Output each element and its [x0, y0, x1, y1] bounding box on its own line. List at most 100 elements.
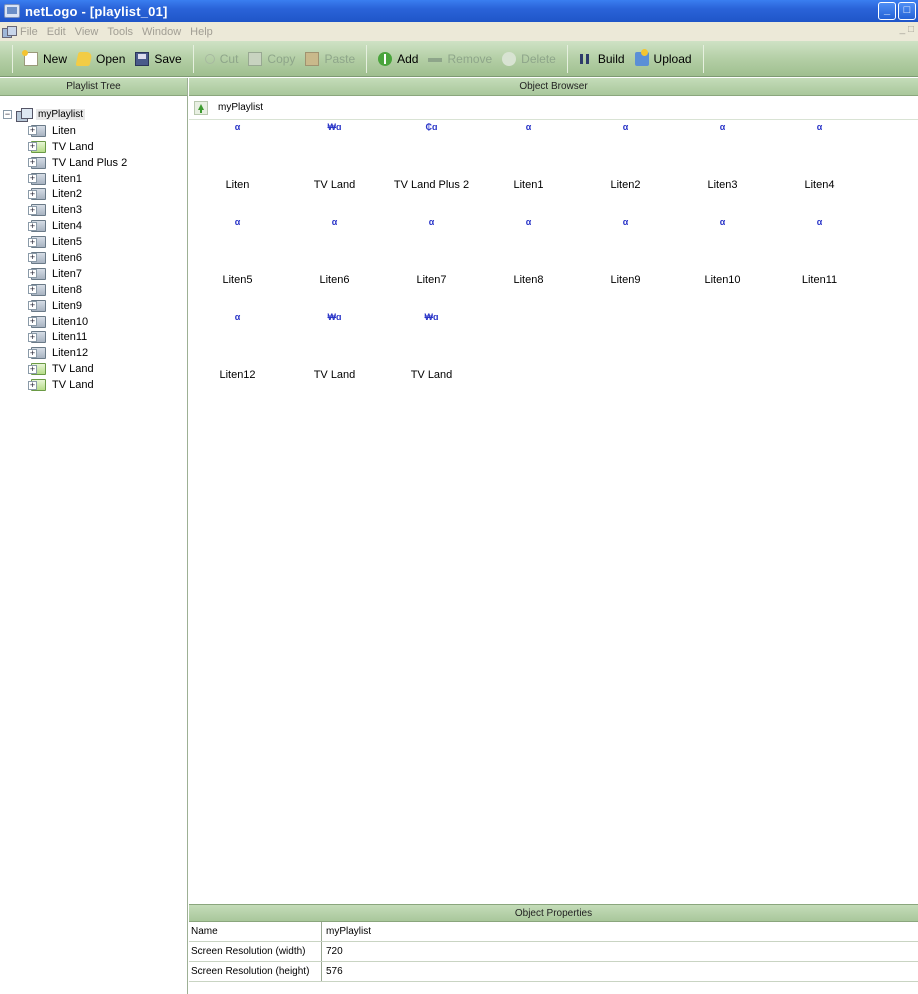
- object-tile[interactable]: α Liten: [189, 121, 286, 191]
- menu-view[interactable]: View: [75, 26, 99, 38]
- expand-icon[interactable]: +: [28, 253, 37, 263]
- expand-icon[interactable]: +: [28, 205, 37, 215]
- expand-icon[interactable]: +: [28, 221, 37, 231]
- upload-icon: [634, 48, 649, 66]
- property-value[interactable]: 720: [322, 942, 918, 961]
- object-tile[interactable]: ₩ɑ TV Land: [286, 311, 383, 381]
- expand-icon[interactable]: +: [28, 189, 37, 199]
- expand-icon[interactable]: +: [28, 269, 37, 279]
- paste-button[interactable]: Paste: [300, 46, 360, 72]
- menu-window[interactable]: Window: [142, 26, 181, 38]
- document-icon[interactable]: [2, 25, 17, 38]
- mdi-controls[interactable]: _ □: [900, 24, 914, 35]
- tree-item[interactable]: + Liten12: [0, 345, 187, 361]
- tree-item-label: Liten4: [52, 220, 82, 233]
- expand-icon[interactable]: +: [28, 332, 37, 342]
- object-tile[interactable]: α Liten2: [577, 121, 674, 191]
- expand-icon[interactable]: +: [28, 348, 37, 358]
- tree-item-label: Liten2: [52, 188, 82, 201]
- tree-item[interactable]: + TV Land: [0, 139, 187, 155]
- object-tile[interactable]: α Liten6: [286, 216, 383, 286]
- tree-item[interactable]: + TV Land: [0, 361, 187, 377]
- menu-file[interactable]: File: [20, 26, 38, 38]
- toolbar-separator: [702, 44, 704, 73]
- object-label: Liten12: [219, 369, 256, 381]
- copy-label: Copy: [267, 51, 296, 66]
- property-name: Screen Resolution (height): [189, 962, 322, 981]
- object-tile[interactable]: α Liten5: [189, 216, 286, 286]
- save-button[interactable]: Save: [130, 46, 186, 72]
- expand-icon[interactable]: +: [28, 364, 37, 374]
- property-value[interactable]: 576: [322, 962, 918, 981]
- object-tile[interactable]: α Liten10: [674, 216, 771, 286]
- paste-label: Paste: [324, 51, 356, 66]
- upload-button[interactable]: Upload: [630, 46, 697, 72]
- build-button[interactable]: Build: [574, 46, 630, 72]
- playlist-tree-pane: Playlist Tree − myPlaylist + Liten + TV Lan…: [0, 78, 188, 994]
- menu-tools[interactable]: Tools: [107, 26, 133, 38]
- object-thumbnail-icon: α: [234, 312, 241, 322]
- expand-icon[interactable]: +: [28, 174, 37, 183]
- minus-icon: [428, 57, 443, 62]
- expand-icon[interactable]: +: [28, 380, 37, 390]
- object-tile[interactable]: α Liten4: [771, 121, 868, 191]
- object-label: Liten1: [513, 179, 544, 191]
- remove-button[interactable]: Remove: [423, 46, 497, 72]
- tree-item[interactable]: + Liten8: [0, 282, 187, 298]
- object-tile[interactable]: ₩ɑ TV Land: [383, 311, 480, 381]
- tree-item[interactable]: + Liten5: [0, 234, 187, 250]
- menu-edit[interactable]: Edit: [47, 26, 66, 38]
- delete-button[interactable]: Delete: [497, 46, 561, 72]
- tree-item[interactable]: + Liten4: [0, 218, 187, 234]
- object-tile[interactable]: ₩ɑ TV Land: [286, 121, 383, 191]
- object-thumbnail-icon: ₩ɑ: [327, 312, 342, 322]
- tree-item-label: Liten10: [52, 315, 89, 328]
- maximize-button[interactable]: □: [898, 2, 916, 20]
- tree-item[interactable]: + Liten10: [0, 314, 187, 330]
- expand-icon[interactable]: +: [28, 158, 37, 168]
- tree-item[interactable]: + Liten3: [0, 202, 187, 218]
- property-row[interactable]: Name myPlaylist: [189, 922, 918, 942]
- collapse-icon[interactable]: −: [3, 110, 12, 120]
- property-row[interactable]: Screen Resolution (height) 576: [189, 962, 918, 982]
- object-label: Liten11: [801, 274, 838, 286]
- property-row[interactable]: Screen Resolution (width) 720: [189, 942, 918, 962]
- tree-item[interactable]: + Liten2: [0, 186, 187, 202]
- tree-item[interactable]: + TV Land Plus 2: [0, 155, 187, 171]
- expand-icon[interactable]: +: [28, 317, 37, 327]
- property-value[interactable]: myPlaylist: [322, 922, 918, 941]
- expand-icon[interactable]: +: [28, 142, 37, 152]
- object-tile[interactable]: α Liten11: [771, 216, 868, 286]
- tree-item[interactable]: + Liten11: [0, 329, 187, 345]
- menu-help[interactable]: Help: [190, 26, 213, 38]
- new-button[interactable]: New: [19, 46, 72, 72]
- object-label: TV Land: [410, 369, 453, 381]
- tree-item[interactable]: + Liten: [0, 123, 187, 139]
- expand-icon[interactable]: +: [28, 301, 37, 311]
- toolbar-separator: [566, 44, 568, 73]
- tree-item[interactable]: + Liten6: [0, 250, 187, 266]
- object-tile[interactable]: α Liten9: [577, 216, 674, 286]
- minimize-button[interactable]: _: [878, 2, 896, 20]
- expand-icon[interactable]: +: [28, 237, 37, 247]
- add-button[interactable]: Add: [373, 46, 423, 72]
- open-button[interactable]: Open: [72, 46, 130, 72]
- copy-button[interactable]: Copy: [243, 46, 300, 72]
- tree-item[interactable]: + Liten9: [0, 298, 187, 314]
- expand-icon[interactable]: +: [28, 126, 37, 136]
- object-tile[interactable]: α Liten8: [480, 216, 577, 286]
- tree-root-node[interactable]: − myPlaylist: [0, 107, 187, 123]
- tree-item[interactable]: + Liten1: [0, 171, 187, 187]
- tree-item[interactable]: + TV Land: [0, 377, 187, 393]
- object-tile[interactable]: α Liten12: [189, 311, 286, 381]
- object-tile[interactable]: α Liten1: [480, 121, 577, 191]
- expand-icon[interactable]: +: [28, 285, 37, 295]
- up-arrow-icon[interactable]: [194, 100, 208, 115]
- tree-item-label: TV Land: [52, 379, 94, 392]
- object-tile[interactable]: α Liten3: [674, 121, 771, 191]
- object-tile[interactable]: α Liten7: [383, 216, 480, 286]
- tree-item[interactable]: + Liten7: [0, 266, 187, 282]
- object-tile[interactable]: ₵ɑ TV Land Plus 2: [383, 121, 480, 191]
- tree-item-label: Liten9: [52, 299, 82, 312]
- cut-button[interactable]: Cut: [200, 46, 244, 72]
